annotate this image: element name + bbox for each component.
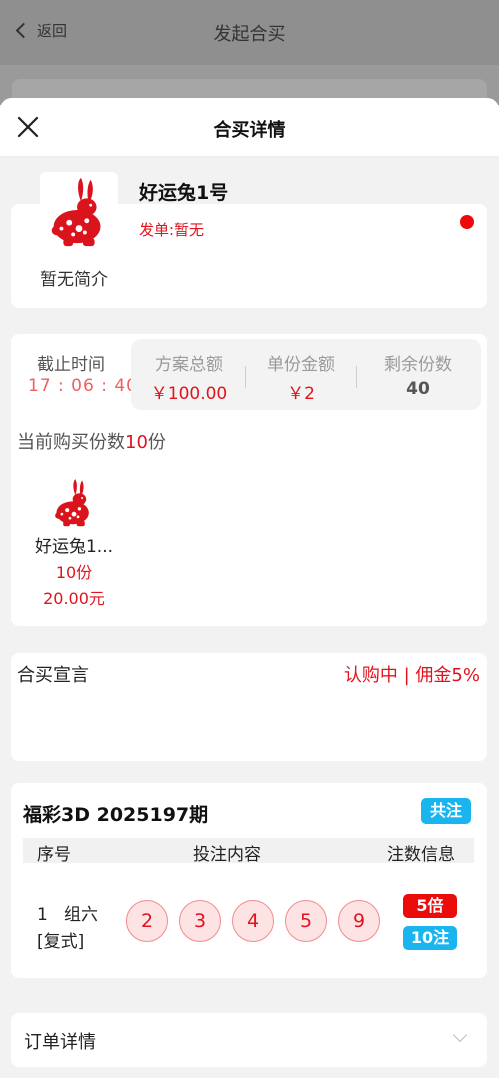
bet-count-badge: 10注 [403,926,457,950]
plan-intro: 暂无简介 [40,270,108,290]
member-name: 好运兔1... [34,537,114,557]
stat-unit-label: 单份金额 [267,355,335,375]
stat-total: 方案总额 ￥100.00 [134,350,244,404]
lottery-title: 福彩3D 2025197期 [23,804,209,826]
sheet-header: 合买详情 [0,98,499,156]
number-ball: 3 [179,900,221,942]
current-shares-count: 10 [125,432,148,453]
deadline-label: 截止时间 [37,355,105,375]
sheet-title: 合买详情 [213,120,286,141]
rabbit-papercut-icon [40,172,118,250]
header-index: 序号 [37,845,71,865]
header-count-info: 注数信息 [387,845,455,865]
issuer-text: 发单:暂无 [139,221,205,239]
declaration-status: 认购中 | 佣金5% [343,665,480,686]
stat-divider [356,366,357,388]
current-shares: 当前购买份数10份 [17,432,166,453]
header-content: 投注内容 [193,845,261,865]
plan-name: 好运兔1号 [139,182,229,204]
bet-row-index-type: 1 组六 [37,905,99,925]
stat-unit: 单份金额 ￥2 [246,350,356,404]
bet-row-play: [复式] [37,932,85,952]
order-details-label: 订单详情 [24,1032,96,1053]
total-bets-badge: 共注 [421,798,471,824]
multiplier-badge: 5倍 [403,894,457,918]
number-ball: 4 [232,900,274,942]
number-ball: 5 [285,900,327,942]
member-amount: 20.00元 [43,589,105,608]
stat-remaining: 剩余份数 40 [363,350,473,399]
deadline-countdown: 17 : 06 : 40 [28,376,138,396]
stat-total-label: 方案总额 [155,355,223,375]
declaration-label: 合买宣言 [17,665,89,686]
background-page-title: 发起合买 [213,24,286,45]
status-dot [460,215,474,229]
member-item[interactable]: 好运兔1... 10份 20.00元 [20,474,128,609]
stat-remaining-label: 剩余份数 [384,355,452,375]
number-ball: 9 [338,900,380,942]
stat-total-value: ￥100.00 [150,384,228,404]
stat-remaining-value: 40 [406,379,430,399]
stat-unit-value: ￥2 [287,384,315,404]
rabbit-papercut-icon [47,474,101,530]
member-shares: 10份 [55,563,93,582]
number-ball: 2 [126,900,168,942]
background-header: 返回 发起合买 [0,0,499,65]
